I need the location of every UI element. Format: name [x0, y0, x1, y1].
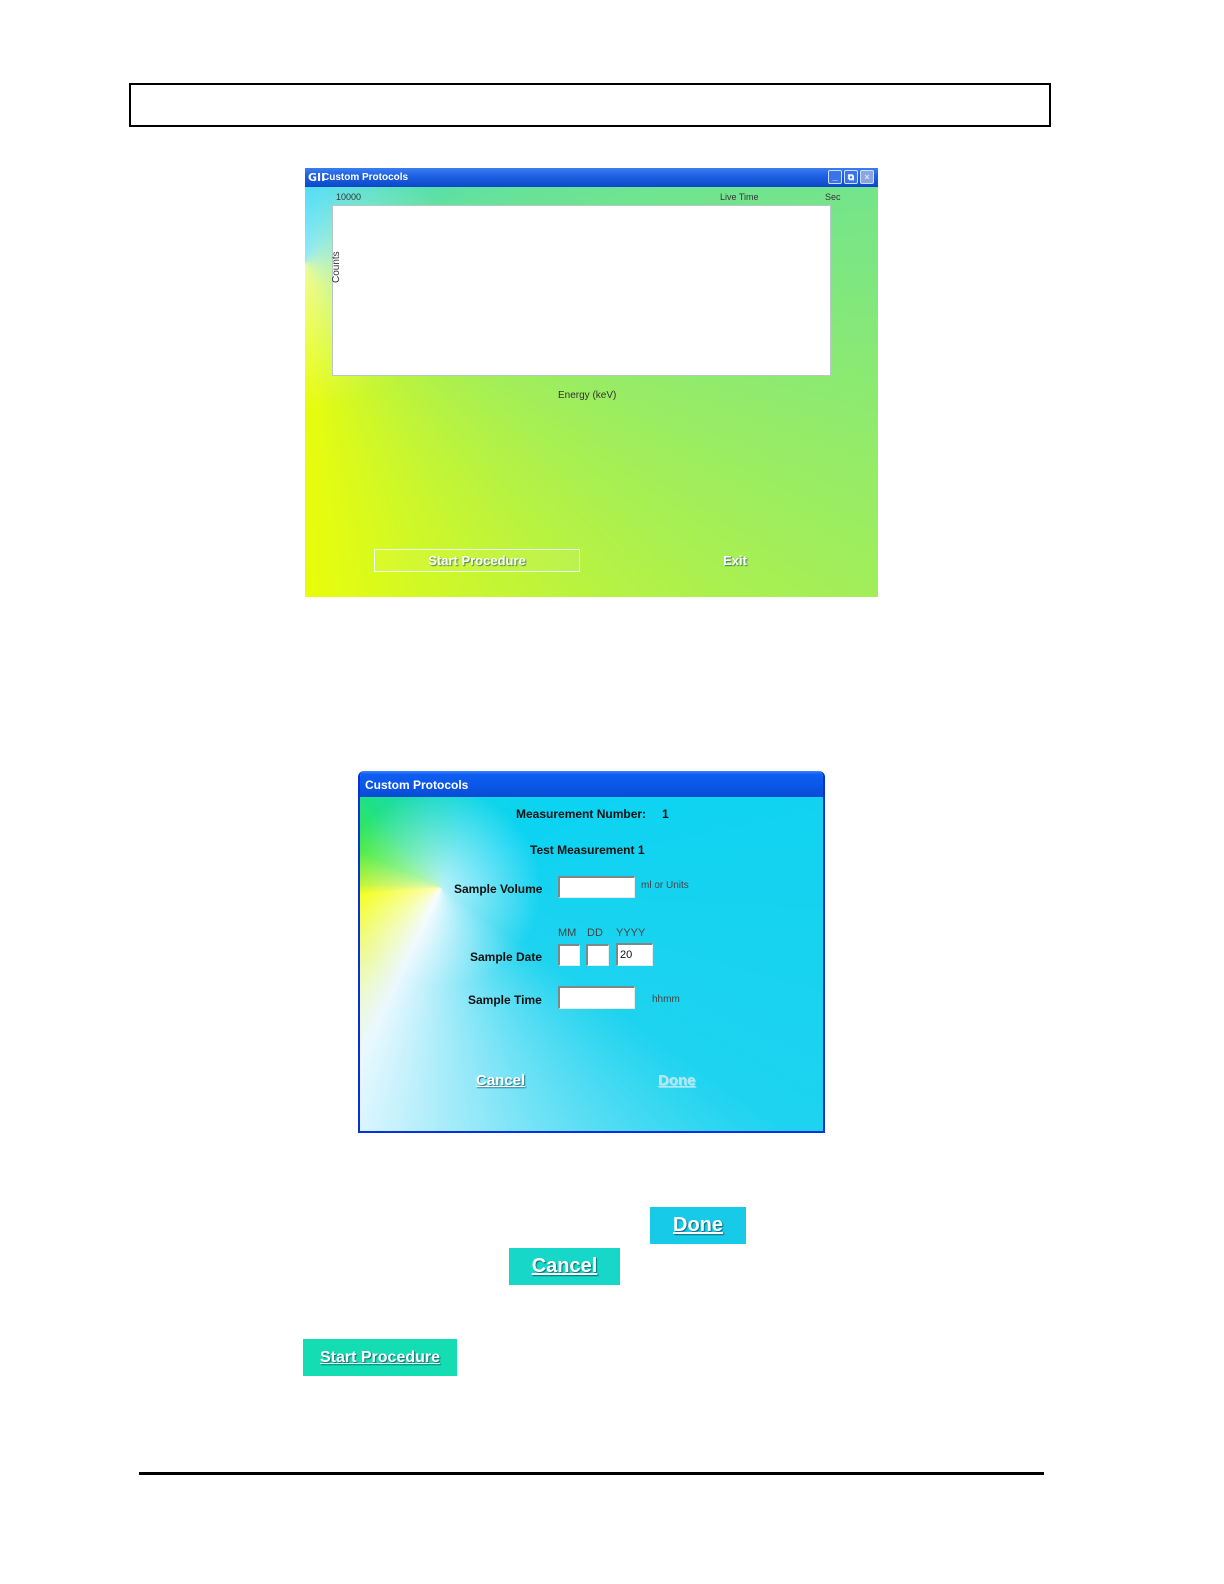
done-button[interactable]: Done: [658, 1072, 696, 1089]
sample-date-label: Sample Date: [470, 950, 543, 964]
close-button[interactable]: ×: [860, 170, 874, 184]
page-header-box: [129, 83, 1051, 127]
year-header: YYYY: [616, 927, 646, 939]
live-time-label: Live Time: [720, 192, 759, 202]
dialog-title-bar: Custom Protocols: [360, 771, 823, 797]
spectrum-plot-area: [332, 205, 831, 376]
measurement-number-value: 1: [662, 807, 669, 821]
sample-time-label: Sample Time: [468, 993, 542, 1007]
dialog-body: Measurement Number: 1 Test Measurement 1…: [360, 797, 823, 1131]
custom-protocols-window: GII Custom Protocols _ ⧉ × 10000 Live Ti…: [305, 168, 878, 597]
dialog-title: Custom Protocols: [365, 778, 469, 792]
exit-button[interactable]: Exit: [710, 551, 760, 571]
date-day-input[interactable]: [586, 944, 609, 966]
month-header: MM: [558, 927, 577, 939]
start-procedure-button-sample-label: Start Procedure: [319, 1349, 441, 1366]
date-month-input[interactable]: [558, 944, 580, 966]
sec-label: Sec: [825, 192, 841, 202]
sample-volume-label: Sample Volume: [454, 882, 543, 896]
start-procedure-button-sample: Start Procedure: [303, 1339, 457, 1376]
done-button-sample: Done: [650, 1207, 746, 1244]
window-title: Custom Protocols: [322, 172, 409, 183]
y-axis-label: Counts: [331, 251, 342, 283]
sample-time-input[interactable]: [558, 986, 635, 1009]
time-unit-label: hhmm: [652, 994, 680, 1005]
minimize-button[interactable]: _: [828, 170, 842, 184]
x-axis-label: Energy (keV): [558, 390, 617, 401]
date-year-input[interactable]: [616, 943, 653, 966]
cancel-button-sample: Cancel: [509, 1248, 620, 1285]
day-header: DD: [587, 927, 603, 939]
cancel-button[interactable]: Cancel: [476, 1072, 525, 1089]
footer-rule: [139, 1472, 1044, 1475]
volume-unit-label: ml or Units: [641, 880, 689, 891]
y-max-label: 10000: [336, 192, 362, 202]
start-procedure-button[interactable]: Start Procedure: [374, 549, 580, 572]
sample-volume-input[interactable]: [558, 876, 635, 898]
restore-button[interactable]: ⧉: [844, 170, 858, 184]
cancel-button-sample-label: Cancel: [531, 1255, 598, 1277]
measurement-number-label: Measurement Number:: [516, 807, 647, 821]
done-button-sample-label: Done: [673, 1214, 723, 1236]
measurement-name: Test Measurement 1: [530, 843, 645, 857]
sample-info-dialog: Custom Protocols Measurement Number: 1 T…: [358, 771, 825, 1133]
window-title-bar: GII Custom Protocols _ ⧉ ×: [305, 168, 878, 187]
